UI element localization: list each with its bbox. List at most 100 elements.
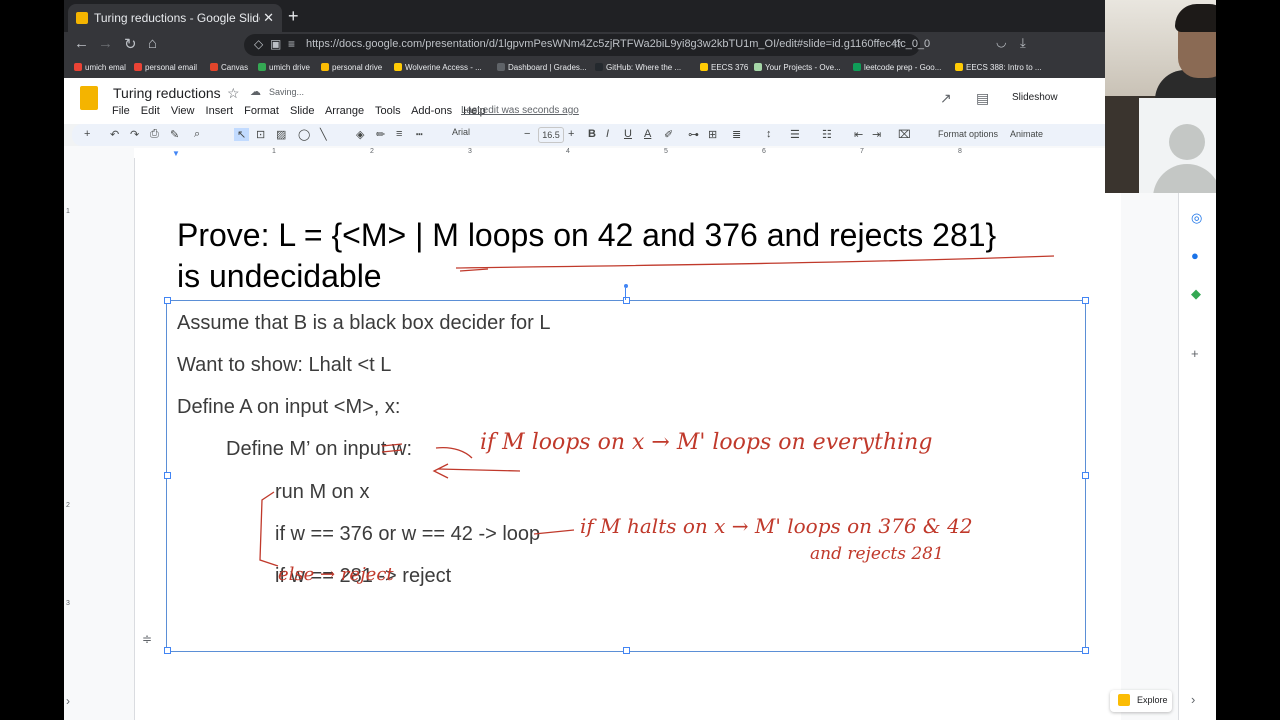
indent-marker-icon[interactable]: ▼ bbox=[172, 149, 180, 158]
increase-font-icon[interactable]: + bbox=[568, 128, 574, 140]
numbered-list-icon[interactable]: ☷ bbox=[822, 128, 832, 141]
bookmark-item[interactable]: Canvas bbox=[210, 63, 248, 72]
maps-icon[interactable]: ◆ bbox=[1191, 286, 1201, 302]
bookmark-star-icon[interactable]: ☆ bbox=[892, 37, 903, 51]
shape-icon[interactable]: ◯ bbox=[298, 128, 310, 141]
menu-edit[interactable]: Edit bbox=[141, 105, 160, 117]
bookmark-item[interactable]: personal drive bbox=[321, 63, 382, 72]
bookmark-item[interactable]: Dashboard | Grades... bbox=[497, 63, 587, 72]
menu-insert[interactable]: Insert bbox=[206, 105, 234, 117]
highlight-icon[interactable]: ✐ bbox=[664, 128, 673, 141]
line-icon[interactable]: ╲ bbox=[320, 128, 327, 141]
address-bar[interactable]: ◇ ▣ ≡ https://docs.google.com/presentati… bbox=[244, 34, 930, 56]
shield-icon[interactable]: ◇ bbox=[254, 37, 263, 51]
link-icon[interactable]: ⊶ bbox=[688, 128, 699, 141]
speaker-notes-toggle-icon[interactable]: ≑ bbox=[142, 632, 152, 646]
comments-icon[interactable]: ▤ bbox=[976, 90, 989, 107]
bookmark-item[interactable]: umich emal bbox=[74, 63, 126, 72]
border-color-icon[interactable]: ✏ bbox=[376, 128, 385, 141]
bookmark-item[interactable]: EECS 388: Intro to ... bbox=[955, 63, 1042, 72]
text-box-icon[interactable]: ⊡ bbox=[256, 128, 265, 141]
bookmark-item[interactable]: GitHub: Where the ... bbox=[595, 63, 681, 72]
home-icon[interactable]: ⌂ bbox=[148, 35, 157, 52]
new-tab-icon[interactable]: + bbox=[288, 6, 299, 27]
menu-arrange[interactable]: Arrange bbox=[325, 105, 364, 117]
resize-handle[interactable] bbox=[1082, 647, 1089, 654]
reload-icon[interactable]: ↻ bbox=[124, 35, 137, 53]
last-edit-link[interactable]: Last edit was seconds ago bbox=[461, 105, 579, 116]
resize-handle[interactable] bbox=[1082, 297, 1089, 304]
get-add-ons-icon[interactable]: + bbox=[1191, 346, 1199, 361]
text-color-icon[interactable]: A bbox=[644, 128, 651, 140]
collapse-panel-icon[interactable]: › bbox=[1191, 692, 1195, 707]
resize-handle[interactable] bbox=[164, 297, 171, 304]
menu-tools[interactable]: Tools bbox=[375, 105, 401, 117]
border-dash-icon[interactable]: ┅ bbox=[416, 128, 423, 141]
menu-slide[interactable]: Slide bbox=[290, 105, 314, 117]
bold-icon[interactable]: B bbox=[588, 128, 596, 140]
back-icon[interactable]: ← bbox=[74, 35, 89, 52]
bookmark-item[interactable]: Wolverine Access - ... bbox=[394, 63, 482, 72]
filmstrip-toggle-icon[interactable]: › bbox=[66, 694, 70, 708]
star-icon[interactable]: ☆ bbox=[227, 85, 240, 102]
underline-icon[interactable]: U bbox=[624, 128, 632, 140]
bookmark-item[interactable]: personal email bbox=[134, 63, 197, 72]
print-icon[interactable]: ⎙ bbox=[150, 128, 159, 141]
border-weight-icon[interactable]: ≡ bbox=[396, 128, 402, 140]
resize-handle[interactable] bbox=[164, 647, 171, 654]
menu-format[interactable]: Format bbox=[244, 105, 279, 117]
explore-button[interactable]: Explore bbox=[1110, 690, 1172, 712]
font-size-input[interactable]: 16.5 bbox=[538, 127, 564, 143]
slide-title-line1[interactable]: Prove: L = {<M> | M loops on 42 and 376 … bbox=[177, 217, 996, 254]
zoom-icon[interactable]: ⌕ bbox=[194, 128, 200, 141]
activity-icon[interactable]: ↗ bbox=[940, 90, 952, 107]
bookmark-item[interactable]: EECS 376 bbox=[700, 63, 748, 72]
close-tab-icon[interactable]: ✕ bbox=[263, 10, 274, 26]
forward-icon[interactable]: → bbox=[98, 35, 113, 52]
font-select[interactable]: Arial bbox=[452, 127, 516, 137]
paint-format-icon[interactable]: ✎ bbox=[170, 128, 179, 141]
resize-handle[interactable] bbox=[1082, 472, 1089, 479]
lock-icon[interactable]: ▣ bbox=[270, 37, 281, 51]
download-icon[interactable]: ⤓ bbox=[1020, 35, 1026, 51]
bookmark-item[interactable]: Your Projects - Ove... bbox=[754, 63, 841, 72]
pocket-icon[interactable]: ◡ bbox=[996, 35, 1006, 49]
new-slide-icon[interactable]: + bbox=[84, 128, 90, 140]
clear-formatting-icon[interactable]: ⌧ bbox=[898, 128, 911, 141]
resize-handle[interactable] bbox=[623, 647, 630, 654]
permissions-icon[interactable]: ≡ bbox=[288, 37, 295, 51]
document-title[interactable]: Turing reductions bbox=[113, 85, 221, 101]
increase-indent-icon[interactable]: ⇥ bbox=[872, 128, 881, 141]
body-line[interactable]: Define A on input <M>, x: bbox=[177, 396, 400, 419]
resize-handle[interactable] bbox=[164, 472, 171, 479]
slide-title-line2[interactable]: is undecidable bbox=[177, 258, 382, 295]
align-icon[interactable]: ≣ bbox=[732, 128, 741, 141]
body-line[interactable]: Assume that B is a black box decider for… bbox=[177, 312, 551, 335]
select-icon[interactable]: ↖ bbox=[234, 128, 250, 141]
body-line[interactable]: if w == 281 -> reject bbox=[275, 565, 451, 588]
menu-view[interactable]: View bbox=[171, 105, 195, 117]
decrease-indent-icon[interactable]: ⇤ bbox=[854, 128, 863, 141]
menu-add-ons[interactable]: Add-ons bbox=[411, 105, 452, 117]
decrease-font-icon[interactable]: − bbox=[524, 128, 530, 140]
redo-icon[interactable]: ↷ bbox=[130, 128, 139, 141]
bookmark-item[interactable]: leetcode prep - Goo... bbox=[853, 63, 941, 72]
fill-color-icon[interactable]: ◈ bbox=[356, 128, 364, 141]
comment-icon[interactable]: ⊞ bbox=[708, 128, 717, 141]
line-spacing-icon[interactable]: ↕ bbox=[766, 128, 772, 140]
format-options-button[interactable]: Format options bbox=[938, 129, 998, 139]
animate-button[interactable]: Animate bbox=[1010, 129, 1043, 139]
slideshow-button[interactable]: Slideshow bbox=[1012, 92, 1058, 103]
body-line[interactable]: Want to show: Lhalt <t L bbox=[177, 354, 391, 377]
slides-logo-icon[interactable] bbox=[80, 86, 98, 110]
menu-file[interactable]: File bbox=[112, 105, 130, 117]
bookmark-item[interactable]: umich drive bbox=[258, 63, 310, 72]
image-icon[interactable]: ▨ bbox=[276, 128, 286, 141]
body-text-box[interactable] bbox=[166, 300, 1086, 652]
body-line[interactable]: if w == 376 or w == 42 -> loop bbox=[275, 523, 540, 546]
body-line[interactable]: Define M’ on input w: bbox=[226, 438, 412, 461]
italic-icon[interactable]: I bbox=[606, 128, 609, 140]
body-line[interactable]: run M on x bbox=[275, 481, 369, 504]
tab-turing-reductions[interactable]: Turing reductions - Google Slides ✕ bbox=[68, 4, 282, 32]
undo-icon[interactable]: ↶ bbox=[110, 128, 119, 141]
